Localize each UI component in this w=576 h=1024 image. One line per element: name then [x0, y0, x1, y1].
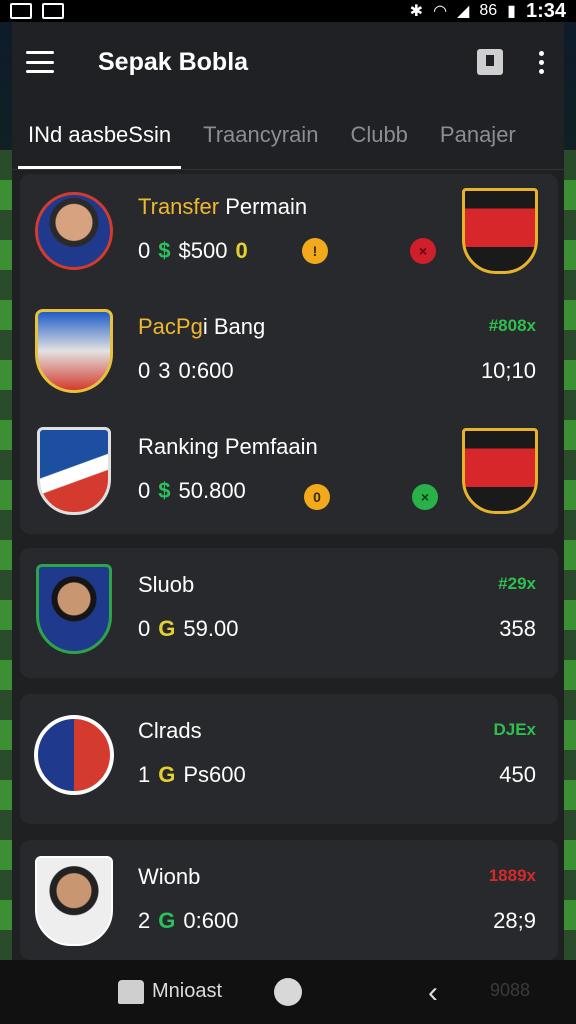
player-avatar: [34, 186, 114, 276]
bookmark-icon[interactable]: [477, 49, 503, 75]
row-value: 358: [499, 616, 536, 641]
menu-icon[interactable]: [26, 51, 54, 73]
row-title: Transfer Permain: [138, 194, 308, 219]
club-badge: [34, 710, 114, 800]
row-title: Clrads: [138, 718, 202, 743]
tab-club[interactable]: Clubb: [334, 101, 423, 169]
row-stats: 0 G 59.00: [138, 616, 239, 641]
currency-icon: $: [158, 478, 171, 503]
club-crest: [34, 426, 114, 516]
status-bar: ✱ ◠ ◢ 86 ▮ 1:34: [0, 0, 576, 22]
tab-bar: INd aasbeSsin Traancyrain Clubb Panajer: [12, 102, 564, 170]
row-tag: #808x: [488, 316, 536, 335]
row-title: Wionb: [138, 864, 201, 889]
club-crest-icon: [462, 188, 538, 274]
list-item[interactable]: Transfer Permain 0 $ $500 0 ! ×: [20, 174, 558, 294]
tab-player[interactable]: Panajer: [424, 101, 532, 169]
coin-icon: G: [158, 616, 176, 641]
card-item: Sluob 0 G 59.00 #29x 358: [20, 548, 558, 678]
club-badge: [34, 306, 114, 396]
nav-label: Mnioast: [152, 980, 223, 1002]
list-item[interactable]: Sluob 0 G 59.00 #29x 358: [20, 552, 558, 672]
tab-indonesia[interactable]: INd aasbeSsin: [12, 101, 187, 169]
row-tag: 1889x: [488, 866, 536, 885]
home-icon[interactable]: [118, 980, 144, 1004]
club-crest-icon: [462, 428, 538, 514]
bluetooth-icon: ✱: [409, 3, 424, 20]
notification-icon: [10, 3, 32, 19]
app-title: Sepak Bobla: [98, 47, 249, 76]
row-value: 10;10: [480, 358, 536, 383]
list-item[interactable]: Ranking Pemfaain 0 $ 50.800 0 ×: [20, 414, 558, 534]
row-title: PacPgi Bang: [138, 314, 266, 339]
row-title: Ranking Pemfaain: [138, 434, 318, 459]
row-value: 450: [499, 762, 536, 787]
player-avatar: [34, 856, 114, 946]
status-time: 1:34: [525, 0, 566, 22]
row-stats: 0 $ 50.800: [138, 478, 246, 503]
signal-text: 86: [479, 2, 498, 19]
player-avatar: [34, 564, 114, 654]
row-value: 28;9: [493, 908, 536, 933]
list-item[interactable]: Clrads 1 G Ps600 DJEx 450: [20, 698, 558, 818]
app-root: ✱ ◠ ◢ 86 ▮ 1:34 Sepak Bobla INd aasbeSsi…: [0, 0, 576, 1024]
check-icon: [42, 3, 64, 19]
home-circle-button[interactable]: [274, 978, 302, 1006]
back-icon[interactable]: ‹: [428, 976, 438, 1010]
coin-icon: G: [158, 908, 176, 933]
status-dot-green-icon: ×: [412, 484, 438, 510]
row-stats: 2 G 0:600: [138, 908, 239, 933]
row-stats: 1 G Ps600: [138, 762, 246, 787]
currency-icon: $: [158, 238, 171, 263]
card-item: Clrads 1 G Ps600 DJEx 450: [20, 694, 558, 824]
list-item[interactable]: Wionb 2 G 0:600 1889x 28;9: [20, 844, 558, 964]
row-stats: 0 $ $500 0: [138, 238, 248, 263]
list-item[interactable]: PacPgi Bang 0 3 0:600 #808x 10;10: [20, 294, 558, 414]
app-bar: Sepak Bobla: [12, 22, 564, 102]
signal-icon: ◢: [457, 3, 470, 20]
stadium-background-right: [562, 150, 576, 970]
row-tag: DJEx: [493, 720, 536, 739]
status-dot-orange-icon: 0: [304, 484, 330, 510]
coin-icon: G: [158, 762, 176, 787]
tab-transfer[interactable]: Traancyrain: [187, 101, 334, 169]
battery-icon: ▮: [507, 3, 516, 20]
row-title: Sluob: [138, 572, 195, 597]
more-options-icon[interactable]: [539, 50, 544, 74]
app-panel: Sepak Bobla INd aasbeSsin Traancyrain Cl…: [12, 22, 564, 960]
card-group-main: Transfer Permain 0 $ $500 0 ! × PacPgi Ba…: [20, 174, 558, 534]
row-tag: #29x: [498, 574, 536, 593]
system-nav-bar: Mnioast ‹ 9088: [0, 960, 576, 1024]
row-stats: 0 3 0:600: [138, 358, 234, 383]
wifi-icon: ◠: [433, 3, 448, 20]
stat-icon: 3: [158, 358, 171, 383]
status-dot-orange-icon: !: [302, 238, 328, 264]
nav-faded-text: 9088: [490, 980, 531, 1000]
status-dot-red-icon: ×: [410, 238, 436, 264]
card-item: Wionb 2 G 0:600 1889x 28;9: [20, 840, 558, 960]
